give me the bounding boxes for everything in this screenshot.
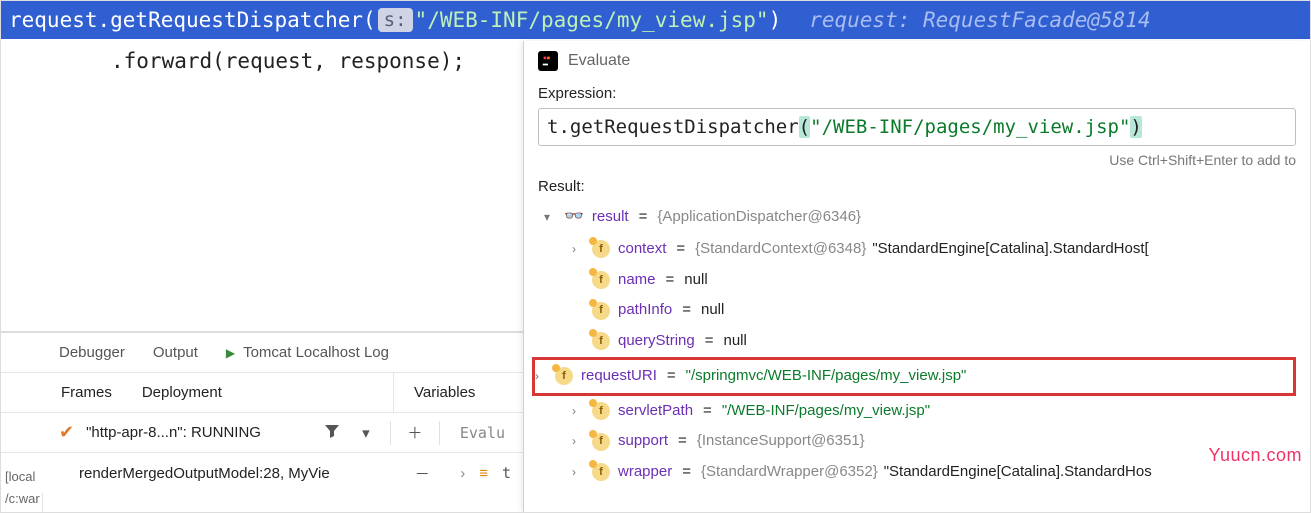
field-icon: f: [592, 240, 610, 258]
field-icon: f: [592, 463, 610, 481]
frames-header-row: Frames Deployment Variables: [1, 373, 523, 413]
field-icon: f: [592, 332, 610, 350]
result-label: Result:: [538, 178, 1296, 195]
chevron-down-icon[interactable]: ▾: [356, 424, 376, 442]
param-hint-chip: s:: [378, 8, 413, 32]
tab-debugger[interactable]: Debugger: [59, 344, 125, 361]
field-value: null: [701, 295, 724, 326]
field-value-object: {StandardContext@6348}: [695, 234, 866, 265]
expr-method: t.getRequestDispatcher: [547, 116, 799, 138]
root-name: result: [592, 202, 629, 233]
filter-icon[interactable]: [322, 423, 342, 443]
intellij-icon: [538, 51, 558, 71]
expression-label: Expression:: [538, 85, 1296, 102]
frames-header[interactable]: Frames: [61, 384, 112, 401]
field-value: null: [684, 265, 707, 296]
tree-field-row[interactable]: ›fservletPath = "/WEB-INF/pages/my_view.…: [538, 396, 1296, 427]
plus-icon[interactable]: ＋: [405, 422, 425, 443]
twistie-right-icon[interactable]: ›: [572, 237, 586, 262]
expr-paren-close: ): [1130, 116, 1141, 138]
divider: [390, 421, 391, 445]
divider: [439, 421, 440, 445]
code-prefix: request.getRequestDispatcher(: [9, 8, 376, 32]
tree-field-row[interactable]: ›frequestURI = "/springmvc/WEB-INF/pages…: [532, 357, 1296, 396]
field-name: requestURI: [581, 361, 657, 392]
tab-tomcat-log[interactable]: ▶ Tomcat Localhost Log: [226, 344, 389, 361]
field-value-string: "StandardEngine[Catalina].StandardHos: [884, 457, 1152, 488]
field-value-string: "StandardEngine[Catalina].StandardHost[: [872, 234, 1148, 265]
root-value: {ApplicationDispatcher@6346}: [657, 202, 861, 233]
check-icon: ✔: [59, 422, 74, 443]
field-name: context: [618, 234, 666, 265]
field-icon: f: [592, 302, 610, 320]
field-value: "/WEB-INF/pages/my_view.jsp": [722, 396, 930, 427]
field-value-object: {StandardWrapper@6352}: [701, 457, 878, 488]
variables-header[interactable]: Variables: [393, 373, 523, 412]
tree-root-row[interactable]: ▾ 👓 result = {ApplicationDispatcher@6346…: [538, 201, 1296, 234]
field-name: queryString: [618, 326, 695, 357]
glasses-icon: 👓: [564, 201, 584, 234]
thread-label: "http-apr-8...n": RUNNING: [86, 424, 261, 441]
inline-debug-hint: request: RequestFacade@5814: [809, 8, 1150, 32]
evaluate-popup: Evaluate Expression: t.getRequestDispatc…: [523, 41, 1310, 512]
field-value: null: [723, 326, 746, 357]
tree-field-row[interactable]: ›fsupport = {InstanceSupport@6351}: [538, 426, 1296, 457]
code-suffix: ): [769, 8, 782, 32]
field-icon: f: [592, 402, 610, 420]
field-name: name: [618, 265, 656, 296]
twistie-right-icon[interactable]: ›: [535, 364, 549, 389]
expr-string: "/WEB-INF/pages/my_view.jsp": [810, 116, 1130, 138]
field-value-object: {InstanceSupport@6351}: [697, 426, 865, 457]
string-argument: "/WEB-INF/pages/my_view.jsp": [415, 8, 769, 32]
debugger-panel: Debugger Output ▶ Tomcat Localhost Log F…: [1, 331, 523, 493]
field-icon: f: [555, 367, 573, 385]
tree-field-row[interactable]: ›fcontext = {StandardContext@6348} "Stan…: [538, 234, 1296, 265]
field-name: wrapper: [618, 457, 672, 488]
run-config-strip: [local /c:war: [1, 451, 51, 511]
tree-field-row[interactable]: fpathInfo = null: [538, 295, 1296, 326]
field-icon: f: [592, 433, 610, 451]
field-name: servletPath: [618, 396, 693, 427]
strip-war: /c:war: [5, 491, 40, 511]
result-tree[interactable]: ▾ 👓 result = {ApplicationDispatcher@6346…: [538, 201, 1296, 488]
run-icon: ▶: [226, 346, 235, 360]
stack-frame-label: renderMergedOutputModel:28, MyVie: [79, 465, 330, 482]
expression-hint: Use Ctrl+Shift+Enter to add to: [538, 152, 1296, 168]
field-name: pathInfo: [618, 295, 672, 326]
strip-local: [local: [5, 469, 35, 489]
evaluate-input-stub[interactable]: Evalu: [454, 424, 511, 442]
execution-highlight-line: request.getRequestDispatcher( s: "/WEB-I…: [1, 1, 1310, 39]
twistie-down-icon[interactable]: ▾: [544, 205, 558, 230]
minus-icon[interactable]: －: [412, 463, 432, 484]
tree-field-row[interactable]: fqueryString = null: [538, 326, 1296, 357]
field-icon: f: [592, 271, 610, 289]
tree-field-row[interactable]: ›fwrapper = {StandardWrapper@6352} "Stan…: [538, 457, 1296, 488]
deployment-header[interactable]: Deployment: [142, 384, 222, 401]
chevron-right-icon[interactable]: ›: [460, 465, 465, 482]
tree-stub: t: [502, 464, 511, 482]
debugger-tabs: Debugger Output ▶ Tomcat Localhost Log: [1, 333, 523, 373]
evaluate-title: Evaluate: [568, 52, 630, 70]
field-value: "/springmvc/WEB-INF/pages/my_view.jsp": [686, 361, 967, 392]
expression-input[interactable]: t.getRequestDispatcher("/WEB-INF/pages/m…: [538, 108, 1296, 146]
tree-field-row[interactable]: fname = null: [538, 265, 1296, 296]
field-name: support: [618, 426, 668, 457]
expr-paren-open: (: [799, 116, 810, 138]
stack-frame-row[interactable]: renderMergedOutputModel:28, MyVie － › ≡ …: [1, 453, 523, 493]
twistie-right-icon[interactable]: ›: [572, 460, 586, 485]
twistie-right-icon[interactable]: ›: [572, 429, 586, 454]
stack-icon: ≡: [479, 465, 488, 482]
tab-output[interactable]: Output: [153, 344, 198, 361]
twistie-right-icon[interactable]: ›: [572, 399, 586, 424]
tab-tomcat-log-label: Tomcat Localhost Log: [243, 344, 389, 361]
watermark: Yuucn.com: [1208, 445, 1302, 466]
thread-row[interactable]: ✔ "http-apr-8...n": RUNNING ▾ ＋ Evalu: [1, 413, 523, 453]
